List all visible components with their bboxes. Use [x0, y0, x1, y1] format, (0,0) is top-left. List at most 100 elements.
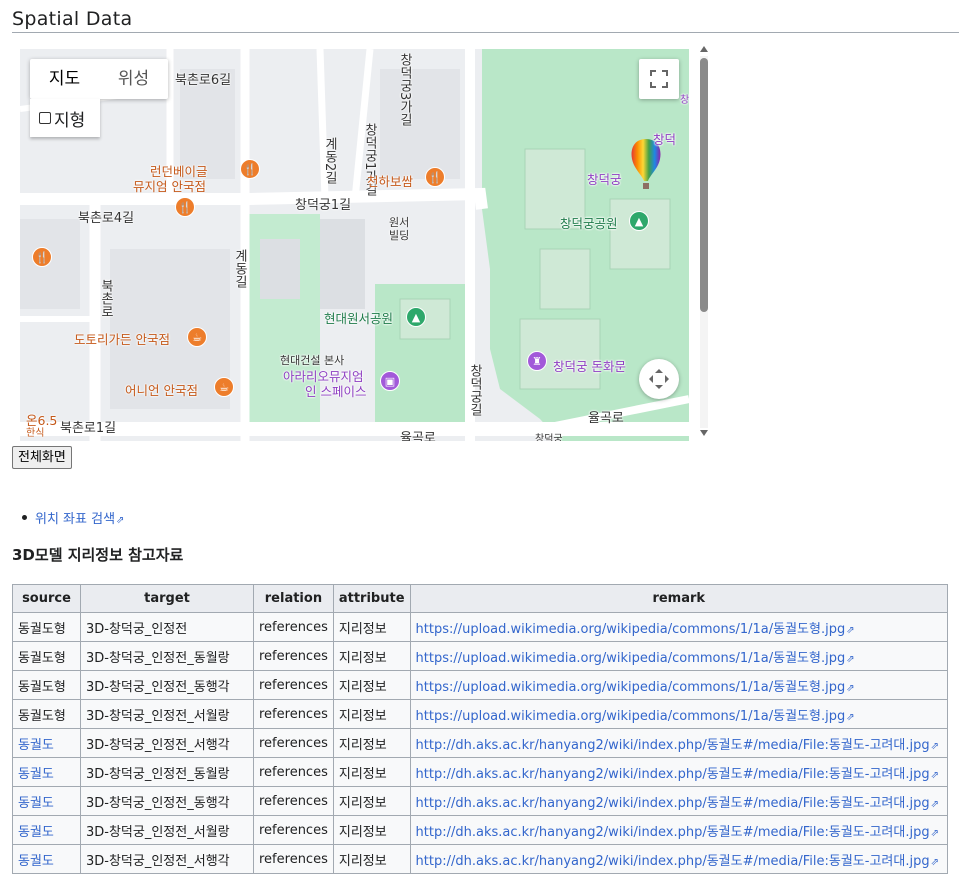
cafe-poi-icon[interactable]: ☕ — [214, 377, 234, 397]
cell-relation: references — [253, 699, 334, 729]
source-text[interactable]: 동궐도 — [18, 825, 54, 840]
attribute-text: 지리정보 — [338, 853, 387, 869]
relation-text: references — [259, 851, 328, 867]
cell-target: 3D-창덕궁_인정전 — [80, 612, 254, 642]
cell-attribute: 지리정보 — [332, 670, 411, 700]
target-text: 3D-창덕궁_인정전_서월랑 — [86, 708, 230, 724]
cell-remark[interactable]: http://dh.aks.ac.kr/hanyang2/wiki/index.… — [409, 757, 949, 787]
remark-text[interactable]: http://dh.aks.ac.kr/hanyang2/wiki/index.… — [416, 796, 930, 811]
external-link-icon: ⇗ — [930, 856, 939, 868]
cell-remark[interactable]: https://upload.wikimedia.org/wikipedia/c… — [409, 670, 949, 700]
source-text[interactable]: 동궐도 — [18, 767, 54, 782]
table-row: 동궐도 3D-창덕궁_인정전_서행각 references 지리정보 http://dh… — [12, 728, 949, 758]
remark-text[interactable]: http://dh.aks.ac.kr/hanyang2/wiki/index.… — [416, 825, 930, 840]
cell-source[interactable]: 동궐도 — [12, 815, 81, 845]
source-text: 동궐도형 — [18, 679, 66, 695]
attribute-text: 지리정보 — [338, 795, 387, 811]
cell-relation: references — [253, 786, 334, 816]
cell-target: 3D-창덕궁_인정전_동행각 — [80, 670, 254, 700]
list-item[interactable]: 위치 좌표 검색⇗ — [22, 508, 124, 527]
map-label: 창덕 — [653, 132, 677, 147]
cell-remark[interactable]: http://dh.aks.ac.kr/hanyang2/wiki/index.… — [409, 815, 949, 845]
attribute-text: 지리정보 — [338, 679, 387, 695]
cell-target: 3D-창덕궁_인정전_동월랑 — [80, 641, 254, 671]
column-header[interactable]: relation — [253, 584, 334, 613]
remark-text[interactable]: http://dh.aks.ac.kr/hanyang2/wiki/index.… — [416, 767, 930, 782]
cell-source: 동궐도형 — [12, 670, 81, 700]
cell-target: 3D-창덕궁_인정전_서행각 — [80, 728, 254, 758]
cell-target: 3D-창덕궁_인정전_서월랑 — [80, 699, 254, 729]
map-type-satellite-button[interactable]: 위성 — [99, 59, 168, 99]
park-poi-icon[interactable]: ▲ — [406, 307, 426, 327]
external-link-icon: ⇗ — [846, 711, 855, 723]
map-camera-control[interactable] — [639, 359, 679, 399]
map-label: 계동2길 — [322, 137, 337, 185]
cell-remark[interactable]: https://upload.wikimedia.org/wikipedia/c… — [409, 699, 949, 729]
museum-poi-icon[interactable]: ▣ — [380, 371, 400, 391]
column-header[interactable]: attribute — [332, 584, 411, 613]
cell-source[interactable]: 동궐도 — [12, 844, 81, 874]
column-header[interactable]: remark — [409, 584, 949, 613]
map-scrollbar[interactable] — [698, 44, 710, 440]
remark-text[interactable]: https://upload.wikimedia.org/wikipedia/c… — [416, 622, 846, 637]
cell-remark[interactable]: http://dh.aks.ac.kr/hanyang2/wiki/index.… — [409, 844, 949, 874]
palace-poi-icon[interactable]: ♜ — [527, 351, 547, 371]
park-poi-icon[interactable]: ▲ — [629, 211, 649, 231]
attribute-text: 지리정보 — [338, 737, 387, 753]
cell-attribute: 지리정보 — [332, 612, 411, 642]
remark-text[interactable]: https://upload.wikimedia.org/wikipedia/c… — [416, 651, 846, 666]
source-text[interactable]: 동궐도 — [18, 796, 54, 811]
map-label: 창덕궁공원 — [560, 216, 618, 231]
remark-text[interactable]: https://upload.wikimedia.org/wikipedia/c… — [416, 680, 846, 695]
cell-source[interactable]: 동궐도 — [12, 786, 81, 816]
target-text: 3D-창덕궁_인정전_동월랑 — [86, 766, 230, 782]
remark-text[interactable]: http://dh.aks.ac.kr/hanyang2/wiki/index.… — [416, 854, 930, 869]
cell-remark[interactable]: https://upload.wikimedia.org/wikipedia/c… — [409, 641, 949, 671]
source-text[interactable]: 동궐도 — [18, 738, 54, 753]
map-label: 천하보쌈 — [367, 174, 414, 189]
cell-attribute: 지리정보 — [332, 815, 411, 845]
source-text: 동궐도형 — [18, 708, 66, 724]
terrain-toggle[interactable]: 지형 — [30, 99, 100, 137]
coordinate-search-link[interactable]: 위치 좌표 검색 — [35, 512, 115, 527]
table-row: 동궐도형 3D-창덕궁_인정전_동월랑 references 지리정보 https://… — [12, 641, 949, 671]
external-link-icon: ⇗ — [930, 798, 939, 810]
map-view[interactable]: 지도 위성 지형 🍴 🍴 🍴 🍴 ☕ ☕ ▲ ▲ ▣ ♜ 북촌로6길 창덕궁3가… — [20, 49, 689, 441]
restaurant-poi-icon[interactable]: 🍴 — [425, 167, 445, 187]
attribute-text: 지리정보 — [338, 621, 387, 637]
map-fullscreen-button[interactable] — [639, 59, 679, 99]
relation-text: references — [259, 764, 328, 780]
restaurant-poi-icon[interactable]: 🍴 — [240, 159, 260, 179]
external-link-icon: ⇗ — [846, 624, 855, 636]
scroll-down-icon[interactable] — [700, 430, 708, 436]
scroll-up-icon[interactable] — [700, 46, 708, 52]
map-label: 창덕궁 돈화문 — [553, 359, 626, 374]
cell-source: 동궐도형 — [12, 612, 81, 642]
external-link-icon: ⇗ — [930, 740, 939, 752]
target-text: 3D-창덕궁_인정전_동행각 — [86, 795, 230, 811]
restaurant-poi-icon[interactable]: 🍴 — [32, 247, 52, 267]
cafe-poi-icon[interactable]: ☕ — [187, 327, 207, 347]
cell-source[interactable]: 동궐도 — [12, 728, 81, 758]
reference-heading: 3D모델 지리정보 참고자료 — [12, 546, 184, 564]
source-text[interactable]: 동궐도 — [18, 854, 54, 869]
column-header[interactable]: source — [12, 584, 81, 613]
cell-relation: references — [253, 670, 334, 700]
cell-remark[interactable]: http://dh.aks.ac.kr/hanyang2/wiki/index.… — [409, 728, 949, 758]
target-text: 3D-창덕궁_인정전_서행각 — [86, 853, 230, 869]
cell-relation: references — [253, 844, 334, 874]
fullscreen-button[interactable]: 전체화면 — [12, 446, 72, 469]
cell-remark[interactable]: https://upload.wikimedia.org/wikipedia/c… — [409, 612, 949, 642]
cell-remark[interactable]: http://dh.aks.ac.kr/hanyang2/wiki/index.… — [409, 786, 949, 816]
remark-text[interactable]: https://upload.wikimedia.org/wikipedia/c… — [416, 709, 846, 724]
map-type-map-button[interactable]: 지도 — [30, 59, 99, 99]
restaurant-poi-icon[interactable]: 🍴 — [175, 197, 195, 217]
target-text: 3D-창덕궁_인정전_동행각 — [86, 679, 230, 695]
terrain-checkbox[interactable] — [39, 112, 51, 124]
cell-target: 3D-창덕궁_인정전_동월랑 — [80, 757, 254, 787]
remark-text[interactable]: http://dh.aks.ac.kr/hanyang2/wiki/index.… — [416, 738, 930, 753]
column-header[interactable]: target — [80, 584, 254, 613]
scroll-thumb[interactable] — [700, 58, 708, 312]
cell-source[interactable]: 동궐도 — [12, 757, 81, 787]
target-text: 3D-창덕궁_인정전 — [86, 621, 188, 637]
